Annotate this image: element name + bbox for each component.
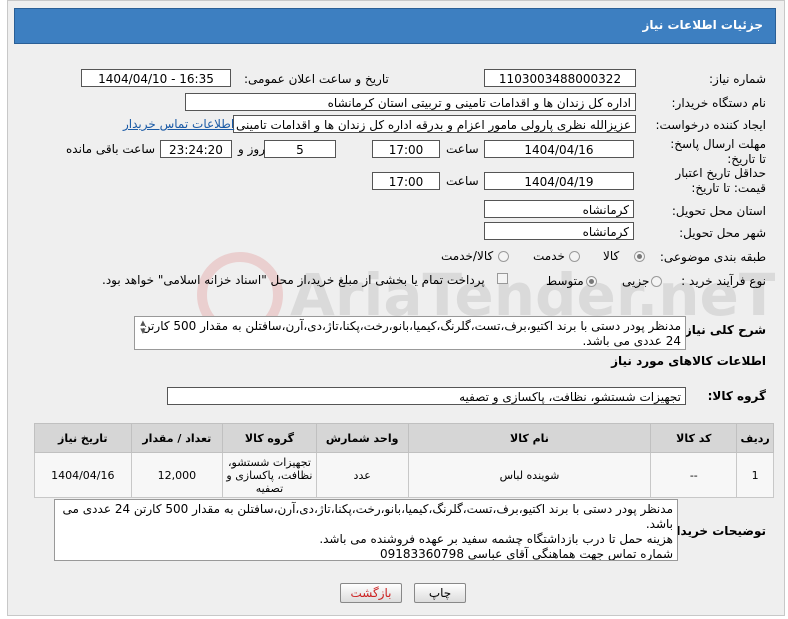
requester-label: ایجاد کننده درخواست: xyxy=(655,118,766,132)
col-date-header: تاریخ نیاز xyxy=(34,423,132,453)
province-field: کرمانشاه xyxy=(484,200,634,218)
need-number-field: 1103003488000322 xyxy=(484,69,636,87)
process-radio-medium[interactable] xyxy=(586,276,597,287)
cell-qty: 12,000 xyxy=(130,452,224,498)
payment-note: پرداخت تمام یا بخشی از مبلغ خرید،از محل … xyxy=(102,273,485,287)
process-label: نوع فرآیند خرید : xyxy=(681,274,766,288)
scroll-down-icon[interactable]: ▼ xyxy=(138,327,148,335)
buyer-notes-line-3: شماره تماس جهت هماهنگی آقای عباسی 091833… xyxy=(379,547,673,561)
payment-checkbox[interactable] xyxy=(497,273,508,284)
cell-row: 1 xyxy=(736,452,774,498)
col-qty-header: تعداد / مقدار xyxy=(130,423,224,453)
col-unit-header: واحد شمارش xyxy=(315,423,409,453)
general-desc-field[interactable]: مدنظر پودر دستی با برند اکتیو،برف،تست،گل… xyxy=(134,316,686,350)
requester-field: عزیزالله نظری پارولی مامور اعزام و بدرقه… xyxy=(233,115,636,133)
city-label: شهر محل تحویل: xyxy=(679,226,766,240)
table-row[interactable]: 1 -- شوینده لباس عدد تجهیزات شستشو، نظاف… xyxy=(34,452,774,498)
deadline-label: مهلت ارسال پاسخ: تا تاریخ: xyxy=(670,137,766,166)
buyer-org-label: نام دستگاه خریدار: xyxy=(671,96,767,110)
validity-date-field: 1404/04/19 xyxy=(484,172,634,190)
goods-group-field: تجهیزات شستشو، نظافت، پاکسازی و تصفیه xyxy=(167,387,686,405)
scroll-up-icon[interactable]: ▲ xyxy=(138,319,148,327)
category-radio-service[interactable] xyxy=(569,251,580,262)
category-label: طبقه بندی موضوعی: xyxy=(659,250,766,264)
city-field: کرمانشاه xyxy=(484,222,634,240)
process-option-minor: جزیی xyxy=(622,274,650,288)
validity-time-field: 17:00 xyxy=(372,172,440,190)
page-title: جزئیات اطلاعات نیاز xyxy=(642,18,763,32)
category-option-service: خدمت xyxy=(533,249,565,263)
page-header: جزئیات اطلاعات نیاز xyxy=(14,8,776,44)
category-option-goods: کالا xyxy=(603,249,620,263)
need-number-label: شماره نیاز: xyxy=(709,72,766,86)
remaining-time-field: 23:24:20 xyxy=(160,140,232,158)
general-desc-label: شرح کلی نیاز: xyxy=(680,323,766,337)
back-button[interactable]: بازگشت xyxy=(340,583,402,603)
table-header-row: ردیف کد کالا نام کالا واحد شمارش گروه کا… xyxy=(34,423,774,453)
category-option-goods-service: کالا/خدمت xyxy=(441,249,494,263)
days-field: 5 xyxy=(264,140,336,158)
announce-field: 1404/04/10 - 16:35 xyxy=(81,69,231,87)
print-button[interactable]: چاپ xyxy=(414,583,466,603)
col-code-header: کد کالا xyxy=(650,423,738,453)
category-radio-goods[interactable] xyxy=(634,251,645,262)
days-label: روز و xyxy=(238,142,265,156)
process-radio-minor[interactable] xyxy=(651,276,662,287)
items-table: ردیف کد کالا نام کالا واحد شمارش گروه کا… xyxy=(34,423,774,498)
buyer-notes-label: توضیحات خریدار: xyxy=(664,524,766,538)
validity-hour-label: ساعت xyxy=(446,174,479,188)
buyer-notes-line-2: هزینه حمل تا درب بازداشتگاه چشمه سفید بر… xyxy=(319,532,673,546)
province-label: استان محل تحویل: xyxy=(671,204,766,218)
col-group-header: گروه کالا xyxy=(222,423,317,453)
deadline-hour-label: ساعت xyxy=(446,142,479,156)
goods-group-label: گروه کالا: xyxy=(707,389,766,403)
process-option-medium: متوسط xyxy=(546,274,584,288)
buyer-notes-line-1: مدنظر پودر دستی با برند اکتیو،برف،تست،گل… xyxy=(62,502,673,531)
announce-label: تاریخ و ساعت اعلان عمومی: xyxy=(244,72,389,86)
validity-label: حداقل تاریخ اعتبار قیمت: تا تاریخ: xyxy=(675,166,766,195)
col-name-header: نام کالا xyxy=(407,423,652,453)
buyer-org-field: اداره کل زندان ها و اقدامات تامینی و ترب… xyxy=(185,93,636,111)
cell-unit: عدد xyxy=(315,452,409,498)
buyer-contact-link[interactable]: اطلاعات تماس خریدار xyxy=(123,117,234,131)
cell-name: شوینده لباس xyxy=(407,452,652,498)
remaining-label: ساعت باقی مانده xyxy=(66,142,156,156)
cell-date: 1404/04/16 xyxy=(34,452,132,498)
goods-info-title: اطلاعات کالاهای مورد نیاز xyxy=(611,354,766,368)
col-row-header: ردیف xyxy=(736,423,774,453)
deadline-date-field: 1404/04/16 xyxy=(484,140,634,158)
cell-group: تجهیزات شستشو، نظافت، پاکسازی و تصفیه xyxy=(222,452,317,498)
category-radio-goods-service[interactable] xyxy=(498,251,509,262)
buyer-notes-field[interactable]: مدنظر پودر دستی با برند اکتیو،برف،تست،گل… xyxy=(54,499,678,561)
cell-code: -- xyxy=(650,452,738,498)
deadline-time-field: 17:00 xyxy=(372,140,440,158)
